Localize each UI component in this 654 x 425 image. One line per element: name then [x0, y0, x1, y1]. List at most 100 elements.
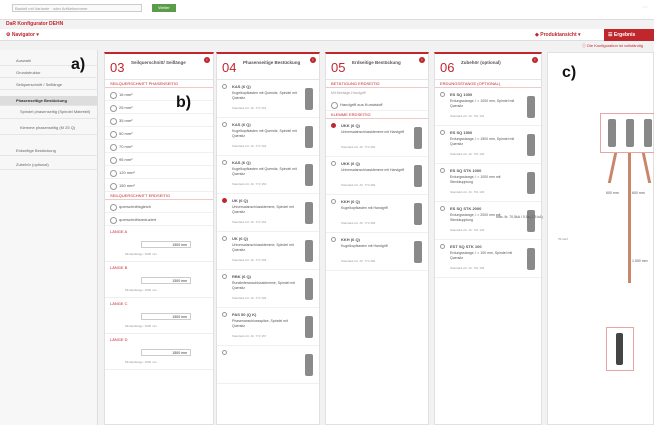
radio-option[interactable]: 35 mm² — [105, 114, 213, 127]
sidebar-item-klemme[interactable]: Klemme phasenseitig (M 25 Q) — [0, 124, 98, 135]
length-hint: Mindestlänge: 1000 mm — [125, 324, 158, 328]
cross-section-label: 70 mm² — [558, 237, 569, 241]
radio-icon[interactable] — [222, 274, 227, 279]
product-option[interactable]: UK (6 Q) Universalanschlussklemme, Spinde… — [217, 194, 319, 232]
product-image — [527, 248, 535, 270]
column-header: 06 Zubehör (optional) i — [435, 54, 541, 80]
product-option[interactable]: RBK (6 Q) Rundleiteranschlussklemme, Spin… — [217, 270, 319, 308]
radio-option[interactable]: 50 mm² — [105, 127, 213, 140]
radio-icon[interactable] — [440, 206, 445, 211]
radio-icon[interactable] — [331, 123, 336, 128]
product-description: Erdungsstange, l = 1500 mm, Spindel mit … — [450, 137, 515, 146]
product-option[interactable]: EST SQ STK 100 Erdungsstange, l = 100 mm,… — [435, 240, 541, 278]
radio-icon[interactable] — [222, 122, 227, 127]
navigator-button[interactable]: ⚙ Navigator ▾ — [6, 32, 39, 38]
sidebar: Auswahl Grundstruktur Seilquerschnitt / … — [0, 50, 98, 425]
product-description: Phasenanschlussspitze, Spindel mit Quers… — [232, 319, 288, 328]
product-description: Rundleiteranschlussklemme, Spindel mit Q… — [232, 281, 296, 290]
product-option[interactable] — [217, 346, 319, 384]
product-option[interactable]: KAS (6 Q) Kugelkopfkasten mit Quersitz, S… — [217, 118, 319, 156]
length-label: 600 mm — [606, 191, 619, 195]
cable-line — [628, 153, 631, 283]
go-button[interactable]: Weiter — [152, 4, 176, 12]
product-name: ES SQ STK 1000 — [450, 168, 482, 173]
radio-icon[interactable] — [440, 244, 445, 249]
radio-option[interactable]: 95 mm² — [105, 153, 213, 166]
radio-icon[interactable] — [222, 198, 227, 203]
sidebar-item-spindel[interactable]: Spindel phasenseitig (Spindel Materiell) — [0, 108, 98, 119]
product-option[interactable]: UKK (6 Q) Universalanschlussklemme mit Ha… — [326, 157, 428, 195]
radio-icon[interactable] — [440, 168, 445, 173]
menu-icon[interactable]: ⋯ — [642, 4, 648, 11]
search-input[interactable]: Bauteil mit Variante · oder Artikelnumme… — [12, 4, 142, 12]
configuration-diagram: 600 mm 600 mm 1.500 mm Max. Ik: 70,5kA /… — [496, 52, 654, 425]
product-option[interactable]: KKH (6 Q) Kugelkopfkasten mit Handgriff St… — [326, 195, 428, 233]
radio-icon[interactable] — [222, 236, 227, 241]
product-article: Standard-Art.-Nr. 774 282 — [341, 183, 376, 187]
column-title: Seilquerschnitt/ Seillänge — [131, 60, 186, 65]
radio-option[interactable]: 120 mm² — [105, 166, 213, 179]
length-label: LÄNGE A — [110, 229, 128, 234]
earth-clamp-image — [616, 333, 623, 365]
product-option[interactable]: KAS (6 Q) Kugelkopfkasten mit Quersitz, S… — [217, 156, 319, 194]
column-header: 03 Seilquerschnitt/ Seillänge i — [105, 54, 213, 80]
radio-icon[interactable] — [331, 199, 336, 204]
radio-option[interactable]: querschnittsgleich — [105, 200, 213, 213]
product-option[interactable]: ES SQ 1500 Erdungsstange, l = 1500 mm, Sp… — [435, 126, 541, 164]
radio-icon[interactable] — [440, 92, 445, 97]
radio-option[interactable]: 16 mm² — [105, 88, 213, 101]
product-name: UK (6 Q) — [232, 198, 248, 203]
sidebar-item-zubehoer[interactable]: Zubehör (optional) — [0, 160, 98, 170]
product-image — [527, 134, 535, 156]
navbar: ⚙ Navigator ▾ ◆ Produktansicht ▾ ☰ Ergeb… — [0, 29, 654, 70]
product-image — [527, 172, 535, 194]
product-name: RBK (6 Q) — [232, 274, 251, 279]
radio-icon[interactable] — [440, 130, 445, 135]
radio-option[interactable]: 150 mm² — [105, 179, 213, 192]
sidebar-item-phasenseitig[interactable]: Phasenseitige Bestückung — [0, 96, 98, 106]
product-option[interactable]: UKK (6 Q) Universalanschlussklemme mit Ha… — [326, 119, 428, 157]
radio-option[interactable]: querschnittsreduziert — [105, 213, 213, 226]
column-erdseitig: 05 Erdseitige Bestückung i BETÄTIGUNG ER… — [325, 52, 429, 425]
info-icon[interactable]: i — [419, 57, 425, 63]
clamp-image — [608, 119, 616, 147]
product-option[interactable]: KKH (6 Q) Kugelkopfkasten mit Handgriff St… — [326, 233, 428, 271]
product-option[interactable]: PAS 50 (Q K) Phasenanschlussspitze, Spind… — [217, 308, 319, 346]
product-description: Universalanschlussklemme mit Handgriff — [341, 168, 405, 172]
info-icon[interactable]: i — [310, 57, 316, 63]
product-description: Kugelkopfkasten mit Quersitz, Spindel mi… — [232, 167, 297, 176]
cable-line — [641, 153, 652, 183]
radio-option[interactable]: 25 mm² — [105, 101, 213, 114]
length-input[interactable]: 1500 mm — [141, 277, 191, 284]
radio-icon[interactable] — [331, 161, 336, 166]
product-option[interactable]: UK (6 Q) Universalanschlussklemme, Spinde… — [217, 232, 319, 270]
product-image — [527, 96, 535, 118]
sidebar-item-erdseitig[interactable]: Erdseitige Bestückung — [0, 146, 98, 156]
length-a: LÄNGE A 1500 mm Mindestlänge: 1000 mm — [105, 226, 213, 262]
radio-icon[interactable] — [222, 312, 227, 317]
product-name: KAS (6 Q) — [232, 84, 251, 89]
info-icon[interactable]: i — [532, 57, 538, 63]
product-image — [305, 278, 313, 300]
product-description: Universalanschlussklemme, Spindel mit Qu… — [232, 243, 294, 252]
radio-icon[interactable] — [222, 84, 227, 89]
info-icon[interactable]: i — [204, 57, 210, 63]
length-input[interactable]: 1500 mm — [141, 313, 191, 320]
radio-option[interactable]: Handgriff aus Kunststoff — [326, 98, 428, 111]
radio-option[interactable]: 70 mm² — [105, 140, 213, 153]
product-article: Standard-Art.-Nr. 761 103 — [450, 190, 485, 194]
sidebar-item-seil[interactable]: Seilquerschnitt / Seillänge — [0, 80, 98, 90]
length-label: LÄNGE C — [110, 301, 128, 306]
length-input[interactable]: 1500 mm — [141, 241, 191, 248]
radio-icon[interactable] — [222, 350, 227, 355]
product-option[interactable]: ES SQ 1000 Erdungsstange, l = 1000 mm, Sp… — [435, 88, 541, 126]
product-option[interactable]: ES SQ STK 2000 Erdungsstange, l = 2000 mm… — [435, 202, 541, 240]
result-button[interactable]: ☰ Ergebnis — [604, 29, 654, 41]
product-option[interactable]: ES SQ STK 1000 Erdungsstange, l = 1000 mm… — [435, 164, 541, 202]
radio-icon[interactable] — [331, 237, 336, 242]
product-name: UKK (6 Q) — [341, 123, 360, 128]
radio-icon[interactable] — [222, 160, 227, 165]
product-option[interactable]: KAS (6 Q) Kugelkopfkasten mit Quersitz, S… — [217, 80, 319, 118]
product-image — [305, 88, 313, 110]
length-input[interactable]: 1800 mm — [141, 349, 191, 356]
